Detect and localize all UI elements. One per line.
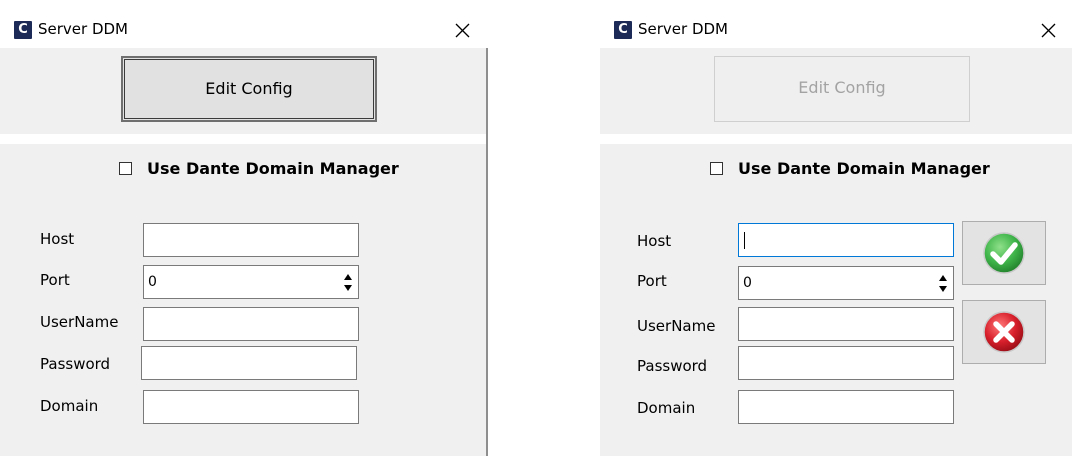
spin-down-icon[interactable] (344, 285, 352, 291)
spin-up-icon[interactable] (344, 274, 352, 280)
use-ddm-checkbox[interactable] (710, 162, 723, 175)
close-button[interactable] (1032, 14, 1066, 46)
app-icon: C (14, 21, 32, 39)
domain-input[interactable] (143, 390, 359, 424)
close-icon (455, 23, 470, 38)
port-label: Port (637, 272, 667, 290)
settings-panel: Use Dante Domain Manager Host Port 0 Use… (600, 144, 1072, 456)
edit-config-button[interactable]: Edit Config (121, 56, 377, 122)
window-title: Server DDM (638, 20, 728, 38)
window-title: Server DDM (38, 20, 128, 38)
close-button[interactable] (446, 14, 480, 46)
password-input[interactable] (738, 346, 954, 380)
spin-down-icon[interactable] (939, 286, 947, 292)
confirm-button[interactable] (962, 221, 1046, 285)
red-x-icon (983, 311, 1025, 353)
cancel-button[interactable] (962, 300, 1046, 364)
title-bar: C Server DDM (0, 0, 490, 48)
window-border (486, 48, 488, 456)
app-icon: C (614, 21, 632, 39)
edit-config-button[interactable]: Edit Config (714, 56, 970, 122)
username-label: UserName (40, 313, 119, 331)
config-toolbar: Edit Config (0, 48, 486, 134)
port-label: Port (40, 271, 70, 289)
green-checkmark-icon (983, 232, 1025, 274)
port-value: 0 (743, 275, 752, 291)
domain-label: Domain (40, 397, 99, 415)
domain-label: Domain (637, 399, 696, 417)
username-label: UserName (637, 317, 716, 335)
host-label: Host (40, 230, 75, 248)
password-input[interactable] (141, 346, 357, 380)
port-stepper[interactable]: 0 (143, 265, 359, 299)
spin-up-icon[interactable] (939, 275, 947, 281)
port-stepper[interactable]: 0 (738, 266, 954, 300)
text-caret (744, 232, 745, 249)
password-label: Password (40, 355, 111, 373)
port-value: 0 (148, 274, 157, 290)
domain-input[interactable] (738, 390, 954, 424)
use-ddm-checkbox[interactable] (119, 162, 132, 175)
host-input[interactable] (143, 223, 359, 257)
divider (600, 134, 1072, 144)
username-input[interactable] (143, 307, 359, 341)
config-toolbar: Edit Config (600, 48, 1072, 134)
host-label: Host (637, 232, 672, 250)
title-bar: C Server DDM (600, 0, 1072, 48)
password-label: Password (637, 357, 708, 375)
server-ddm-window-right: C Server DDM Edit Config Use Dante Domai… (600, 0, 1072, 456)
use-ddm-label: Use Dante Domain Manager (147, 159, 399, 178)
host-input[interactable] (738, 223, 954, 257)
close-icon (1041, 23, 1056, 38)
username-input[interactable] (738, 307, 954, 341)
server-ddm-window-left: C Server DDM Edit Config Use Dante Domai… (0, 0, 490, 456)
use-ddm-label: Use Dante Domain Manager (738, 159, 990, 178)
settings-panel: Use Dante Domain Manager Host Port 0 Use… (0, 144, 486, 456)
divider (0, 134, 486, 144)
